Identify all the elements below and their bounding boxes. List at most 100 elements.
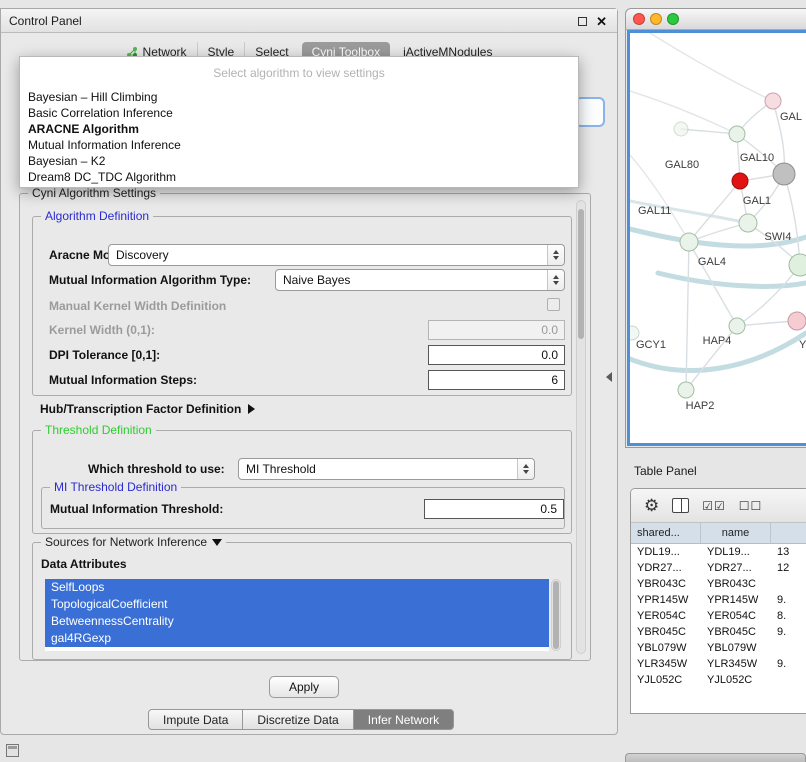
close-icon[interactable]: ✕ <box>596 15 607 28</box>
list-item-topologicalcoefficient[interactable]: TopologicalCoefficient <box>45 596 549 613</box>
table-cell[interactable]: YPR145W <box>631 594 701 606</box>
table-row[interactable]: YDR27... YDR27... 12 <box>631 560 806 576</box>
node-label-gal4: GAL4 <box>698 256 726 268</box>
table-cell[interactable]: YER054C <box>701 610 771 622</box>
combo-stepper-icon <box>547 270 564 290</box>
table-row[interactable]: YBR043C YBR043C <box>631 576 806 592</box>
docked-panel-icon[interactable] <box>6 744 19 757</box>
table-cell[interactable]: 13 <box>771 546 806 558</box>
table-cell[interactable]: YDL19... <box>701 546 771 558</box>
node-label-hap2: HAP2 <box>686 400 715 412</box>
table-cell[interactable]: YBR043C <box>631 578 701 590</box>
network-node[interactable] <box>765 93 781 109</box>
scrollbar-thumb[interactable] <box>553 581 559 649</box>
table-cell[interactable]: YBL079W <box>701 642 771 654</box>
control-panel-titlebar[interactable]: Control Panel ✕ <box>1 9 617 33</box>
list-item-selfloops[interactable]: SelfLoops <box>45 579 549 596</box>
table-cell[interactable]: YLR345W <box>701 658 771 670</box>
list-item-betweennesscentrality[interactable]: BetweennessCentrality <box>45 613 549 630</box>
tab-infer-network[interactable]: Infer Network <box>354 709 454 730</box>
table-cell[interactable]: YDR27... <box>701 562 771 574</box>
network-node[interactable] <box>732 173 748 189</box>
network-node[interactable] <box>674 122 688 136</box>
table-cell[interactable]: 9. <box>771 626 806 638</box>
table-cell[interactable]: YDR27... <box>631 562 701 574</box>
network-node[interactable] <box>789 254 806 276</box>
column-header-extra[interactable] <box>771 523 806 543</box>
minimized-window-titlebar[interactable] <box>625 753 806 762</box>
table-cell[interactable]: YDL19... <box>631 546 701 558</box>
table-cell[interactable]: 9. <box>771 658 806 670</box>
which-threshold-label: Which threshold to use: <box>88 462 225 476</box>
list-item-gal4rgexp[interactable]: gal4RGexp <box>45 630 549 647</box>
table-cell[interactable]: YPR145W <box>701 594 771 606</box>
deselect-all-icon[interactable]: ☐☐ <box>739 499 763 513</box>
mi-threshold-field[interactable]: 0.5 <box>424 499 564 519</box>
table-cell[interactable]: 9. <box>771 594 806 606</box>
node-label-gal11: GAL11 <box>638 205 671 217</box>
tab-discretize-data[interactable]: Discretize Data <box>243 709 353 730</box>
dropdown-item-bayesian-k2[interactable]: Bayesian – K2 <box>20 153 578 169</box>
mi-type-label: Mutual Information Algorithm Type: <box>49 273 251 287</box>
zoom-traffic-light-icon[interactable] <box>667 13 679 25</box>
table-cell[interactable]: YBL079W <box>631 642 701 654</box>
hub-section-header[interactable]: Hub/Transcription Factor Definition <box>40 402 255 416</box>
network-node[interactable] <box>678 382 694 398</box>
tab-impute-data[interactable]: Impute Data <box>148 709 243 730</box>
column-header-shared-name[interactable]: shared... <box>631 523 701 543</box>
table-row[interactable]: YBR045C YBR045C 9. <box>631 624 806 640</box>
float-window-icon[interactable] <box>578 17 587 26</box>
network-canvas[interactable]: GAL GAL80 GAL10 GAL11 GAL1 SWI4 GAL4 GCY… <box>627 30 806 446</box>
combo-value: MI Threshold <box>239 462 517 476</box>
select-all-icon[interactable]: ☑☑ <box>702 499 726 513</box>
network-window-titlebar[interactable] <box>626 9 806 30</box>
manual-kernel-label: Manual Kernel Width Definition <box>49 299 226 313</box>
network-node[interactable] <box>630 326 639 340</box>
columns-icon[interactable] <box>672 498 689 513</box>
gear-icon[interactable]: ⚙ <box>644 497 659 514</box>
table-cell[interactable]: 12 <box>771 562 806 574</box>
table-cell[interactable]: YER054C <box>631 610 701 622</box>
table-cell[interactable]: YBR045C <box>631 626 701 638</box>
table-row[interactable]: YPR145W YPR145W 9. <box>631 592 806 608</box>
table-row[interactable]: YDL19... YDL19... 13 <box>631 544 806 560</box>
aracne-mode-combo[interactable]: Discovery <box>108 244 565 266</box>
dropdown-item-mutual-information[interactable]: Mutual Information Inference <box>20 137 578 153</box>
dropdown-item-dream8[interactable]: Dream8 DC_TDC Algorithm <box>20 169 578 185</box>
dropdown-item-aracne[interactable]: ARACNE Algorithm <box>20 121 578 137</box>
mi-type-combo[interactable]: Naive Bayes <box>275 269 565 291</box>
column-header-name[interactable]: name <box>701 523 771 543</box>
scrollbar-thumb[interactable] <box>578 209 584 339</box>
network-node[interactable] <box>729 318 745 334</box>
table-row[interactable]: YER054C YER054C 8. <box>631 608 806 624</box>
table-cell[interactable]: YBR043C <box>701 578 771 590</box>
settings-scrollbar[interactable] <box>576 200 586 654</box>
apply-button[interactable]: Apply <box>269 676 339 698</box>
network-node[interactable] <box>773 163 795 185</box>
which-threshold-combo[interactable]: MI Threshold <box>238 458 535 480</box>
mi-steps-field[interactable]: 6 <box>428 370 565 390</box>
group-title: Algorithm Definition <box>41 209 153 223</box>
algorithm-combo-fragment[interactable] <box>575 97 605 127</box>
combo-value: Naive Bayes <box>276 273 547 287</box>
attributes-scrollbar[interactable] <box>551 579 561 651</box>
minimize-traffic-light-icon[interactable] <box>650 13 662 25</box>
dropdown-item-bayesian-hill[interactable]: Bayesian – Hill Climbing <box>20 89 578 105</box>
table-cell[interactable]: YJL052C <box>631 674 701 686</box>
panel-collapse-handle[interactable] <box>606 372 612 382</box>
table-row[interactable]: YLR345W YLR345W 9. <box>631 656 806 672</box>
table-cell[interactable]: 8. <box>771 610 806 622</box>
dpi-tolerance-field[interactable]: 0.0 <box>428 345 565 365</box>
sources-group-title[interactable]: Sources for Network Inference <box>41 535 226 549</box>
network-node[interactable] <box>729 126 745 142</box>
table-row[interactable]: YJL052C YJL052C <box>631 672 806 688</box>
network-node[interactable] <box>680 233 698 251</box>
table-cell[interactable]: YLR345W <box>631 658 701 670</box>
network-node[interactable] <box>739 214 757 232</box>
table-cell[interactable]: YJL052C <box>701 674 771 686</box>
close-traffic-light-icon[interactable] <box>633 13 645 25</box>
table-row[interactable]: YBL079W YBL079W <box>631 640 806 656</box>
dropdown-item-basic-correlation[interactable]: Basic Correlation Inference <box>20 105 578 121</box>
network-node[interactable] <box>788 312 806 330</box>
table-cell[interactable]: YBR045C <box>701 626 771 638</box>
